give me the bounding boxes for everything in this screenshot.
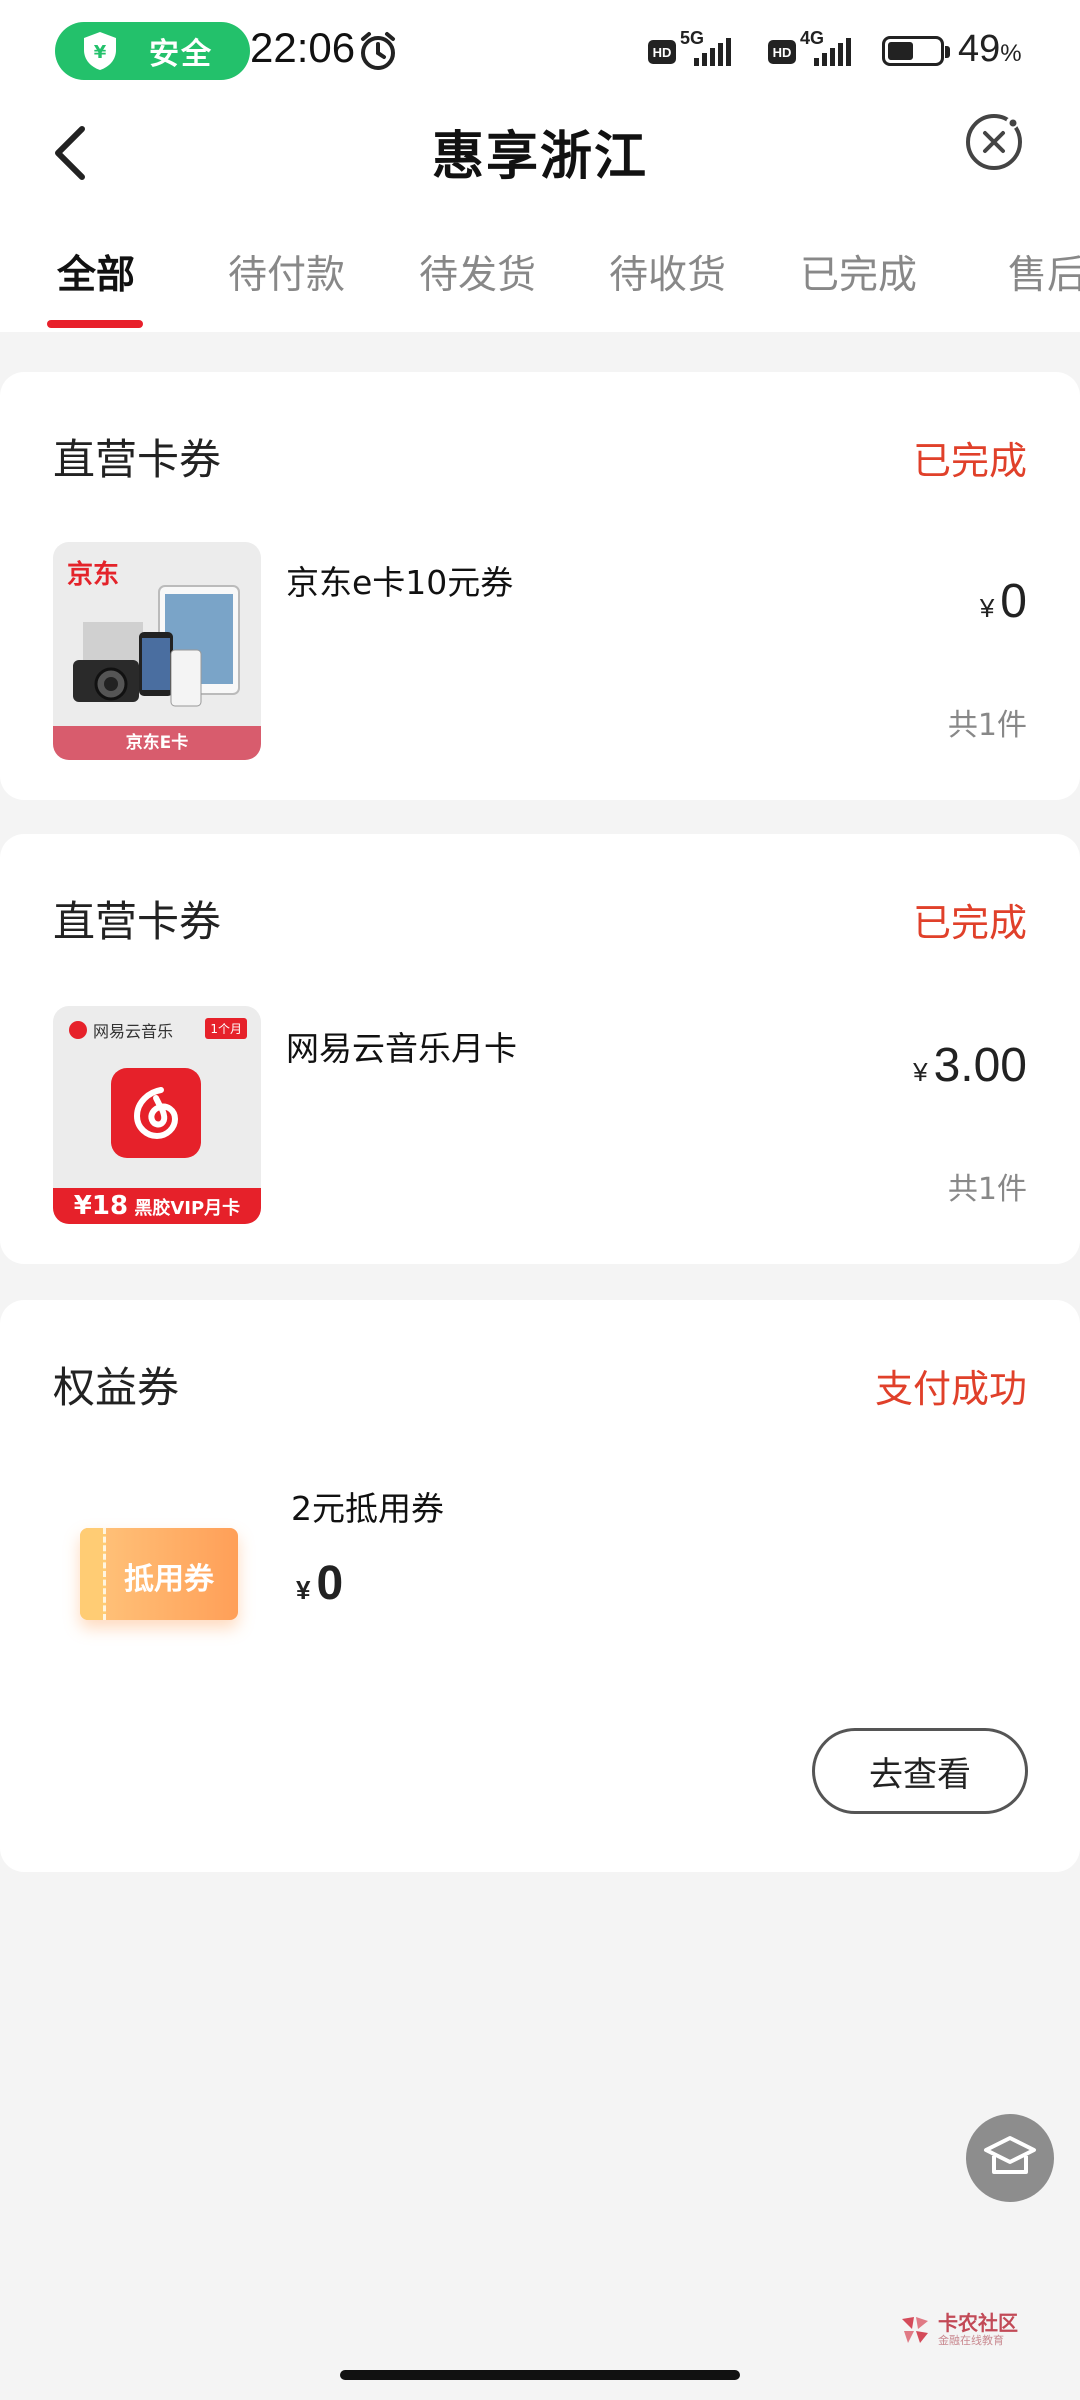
safe-indicator[interactable]: ¥ 安全 bbox=[55, 22, 250, 80]
signal-sim2: HD 4G bbox=[768, 28, 852, 74]
netease-music-icon bbox=[111, 1068, 201, 1158]
coupon-stub bbox=[80, 1528, 106, 1620]
order-status: 已完成 bbox=[912, 901, 1027, 945]
order-card[interactable]: 直营卡券 已完成 网易云音乐 1个月 ¥18 黑胶VIP月卡 网易云音乐月卡 ¥… bbox=[0, 834, 1080, 1264]
signal-bars-icon bbox=[694, 38, 732, 66]
kanong-logo-icon bbox=[902, 2316, 928, 2343]
view-button[interactable]: 去查看 bbox=[812, 1728, 1028, 1814]
watermark: 卡农社区 金融在线教育 bbox=[898, 2312, 1018, 2347]
tab-all[interactable]: 全部 bbox=[57, 244, 135, 300]
tab-indicator bbox=[47, 320, 143, 328]
item-price: ¥0 bbox=[979, 575, 1027, 628]
order-status: 已完成 bbox=[912, 439, 1027, 483]
shield-icon: ¥ bbox=[84, 32, 116, 70]
battery-percent: 49% bbox=[958, 28, 1022, 70]
duration-tag: 1个月 bbox=[205, 1018, 247, 1039]
svg-text:¥: ¥ bbox=[94, 42, 107, 63]
item-name: 网易云音乐月卡 bbox=[286, 1029, 517, 1068]
tab-to-ship[interactable]: 待发货 bbox=[419, 244, 536, 300]
thumb-band: ¥18 黑胶VIP月卡 bbox=[53, 1188, 261, 1224]
nav-header: 惠享浙江 bbox=[0, 100, 1080, 220]
watermark-subtitle: 金融在线教育 bbox=[938, 2334, 1004, 2347]
tab-after-sales[interactable]: 售后 bbox=[1008, 244, 1080, 300]
netease-brand: 网易云音乐 bbox=[69, 1018, 173, 1042]
status-bar: ¥ 安全 22:06 HD 5G HD 4G 49% bbox=[0, 0, 1080, 100]
tab-unpaid[interactable]: 待付款 bbox=[228, 244, 345, 300]
order-card[interactable]: 直营卡券 已完成 京东 京东E卡 京东e卡10元券 ¥0 共1件 bbox=[0, 372, 1080, 800]
signal-sim1: HD 5G bbox=[648, 28, 732, 74]
product-thumbnail[interactable]: 网易云音乐 1个月 ¥18 黑胶VIP月卡 bbox=[53, 1006, 261, 1224]
hd-badge: HD bbox=[768, 40, 796, 64]
product-thumbnail[interactable]: 京东 京东E卡 bbox=[53, 542, 261, 760]
tab-to-receive[interactable]: 待收货 bbox=[609, 244, 726, 300]
order-tabs: 全部 待付款 待发货 待收货 已完成 售后 bbox=[0, 220, 1080, 332]
shop-name: 直营卡券 bbox=[53, 897, 222, 946]
page-title: 惠享浙江 bbox=[431, 127, 648, 187]
battery-icon bbox=[882, 36, 950, 66]
coupon-thumbnail[interactable]: 抵用券 bbox=[80, 1528, 238, 1620]
coupon-label: 抵用券 bbox=[124, 1562, 214, 1597]
watermark-title: 卡农社区 bbox=[938, 2311, 1018, 2335]
item-price: ¥3.00 bbox=[913, 1039, 1027, 1092]
close-icon[interactable] bbox=[964, 112, 1024, 172]
shop-name: 直营卡券 bbox=[53, 435, 222, 484]
signal-bars-icon bbox=[814, 38, 852, 66]
graduation-cap-icon bbox=[984, 2136, 1036, 2174]
home-indicator[interactable] bbox=[340, 2370, 740, 2380]
item-quantity: 共1件 bbox=[947, 1172, 1027, 1207]
hd-badge: HD bbox=[648, 40, 676, 64]
netease-logo-icon bbox=[69, 1021, 87, 1039]
shop-name: 权益券 bbox=[53, 1363, 180, 1412]
safe-label: 安全 bbox=[149, 37, 213, 72]
order-status: 支付成功 bbox=[874, 1367, 1027, 1411]
item-name: 京东e卡10元券 bbox=[286, 563, 514, 602]
clock: 22:06 bbox=[250, 24, 356, 71]
tab-completed[interactable]: 已完成 bbox=[800, 244, 917, 300]
item-quantity: 共1件 bbox=[947, 708, 1027, 743]
float-home-button[interactable] bbox=[966, 2114, 1054, 2202]
item-name: 2元抵用券 bbox=[291, 1489, 444, 1528]
alarm-icon bbox=[361, 32, 395, 70]
thumb-band: 京东E卡 bbox=[53, 726, 261, 760]
item-price: ¥0 bbox=[296, 1557, 344, 1610]
